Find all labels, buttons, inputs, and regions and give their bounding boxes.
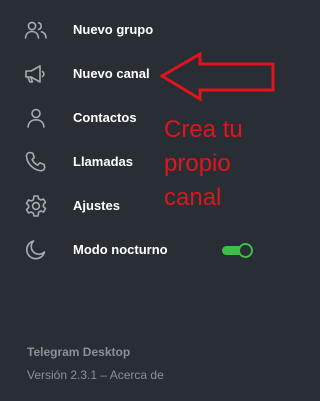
megaphone-icon: [23, 62, 49, 86]
menu-item-label: Nuevo grupo: [73, 22, 154, 37]
menu-item-night-mode[interactable]: Modo nocturno: [0, 228, 271, 272]
group-icon: [23, 18, 49, 42]
app-footer: Telegram Desktop Versión 2.3.1 – Acerca …: [27, 345, 164, 382]
phone-icon: [23, 150, 49, 174]
menu-item-label: Ajustes: [73, 198, 120, 213]
person-icon: [23, 106, 49, 130]
toggle-knob: [238, 243, 253, 258]
version-about-link[interactable]: Versión 2.3.1 – Acerca de: [27, 368, 164, 382]
menu-item-new-group[interactable]: Nuevo grupo: [0, 8, 271, 52]
annotation-text: Crea tu propio canal: [164, 116, 243, 211]
menu-item-label: Llamadas: [73, 154, 133, 169]
moon-icon: [23, 238, 49, 262]
app-name: Telegram Desktop: [27, 345, 131, 359]
menu-item-label: Modo nocturno: [73, 242, 168, 257]
red-arrow-annotation: [160, 52, 275, 102]
night-mode-toggle[interactable]: [222, 243, 253, 258]
menu-item-label: Nuevo canal: [73, 66, 150, 81]
gear-icon: [23, 194, 49, 218]
menu-item-label: Contactos: [73, 110, 137, 125]
